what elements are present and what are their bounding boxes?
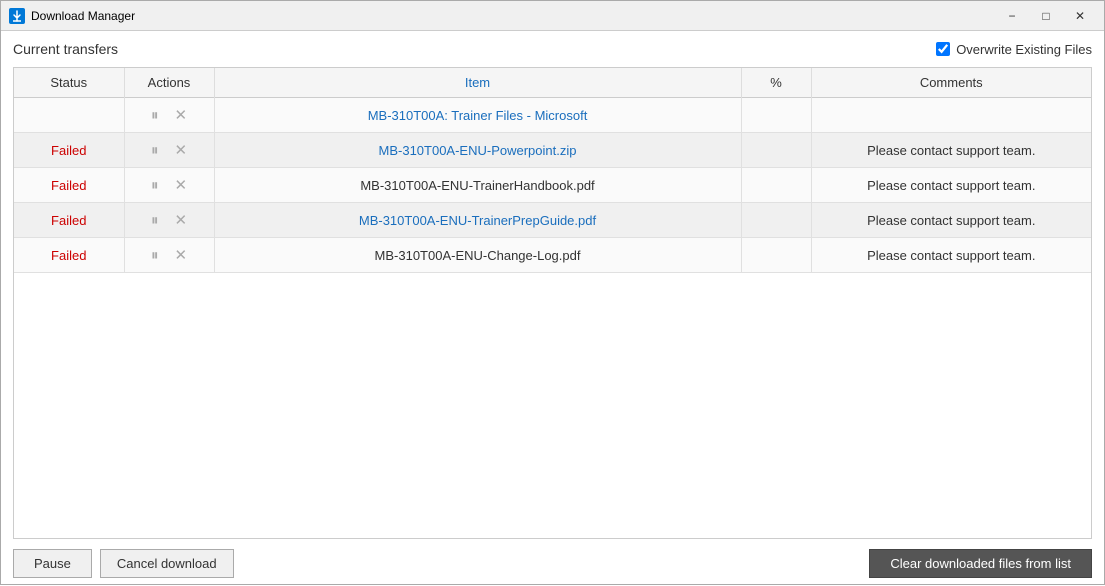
overwrite-checkbox[interactable]	[936, 42, 950, 56]
table-row: ⏸ ✕ MB-310T00A: Trainer Files - Microsof…	[14, 98, 1091, 133]
comment-text: Please contact support team.	[867, 143, 1035, 158]
row-actions: ⏸ ✕	[124, 133, 214, 168]
row-actions: ⏸ ✕	[124, 238, 214, 273]
row-status: Failed	[14, 203, 124, 238]
item-link-text[interactable]: MB-310T00A-ENU-TrainerPrepGuide.pdf	[359, 213, 596, 228]
downloads-table-container: Status Actions Item % Comments ⏸ ✕ MB-31…	[13, 67, 1092, 539]
minimize-button[interactable]: −	[996, 5, 1028, 27]
downloads-table: Status Actions Item % Comments ⏸ ✕ MB-31…	[14, 68, 1091, 273]
main-content: Current transfers Overwrite Existing Fil…	[1, 31, 1104, 586]
status-failed-text: Failed	[51, 213, 86, 228]
row-percent	[741, 238, 811, 273]
table-row: Failed ⏸ ✕ MB-310T00A-ENU-TrainerPrepGui…	[14, 203, 1091, 238]
row-status: Failed	[14, 238, 124, 273]
row-status: Failed	[14, 133, 124, 168]
pause-row-button[interactable]: ⏸	[147, 245, 163, 266]
title-bar-controls: − □ ✕	[996, 5, 1096, 27]
clear-button[interactable]: Clear downloaded files from list	[869, 549, 1092, 578]
row-percent	[741, 133, 811, 168]
bottom-bar: Pause Cancel download Clear downloaded f…	[13, 549, 1092, 578]
row-percent	[741, 168, 811, 203]
close-button[interactable]: ✕	[1064, 5, 1096, 27]
table-row: Failed ⏸ ✕ MB-310T00A-ENU-TrainerHandboo…	[14, 168, 1091, 203]
item-link-text[interactable]: MB-310T00A-ENU-Powerpoint.zip	[379, 143, 577, 158]
title-bar-text: Download Manager	[31, 9, 996, 23]
row-item: MB-310T00A: Trainer Files - Microsoft	[214, 98, 741, 133]
overwrite-text: Overwrite Existing Files	[956, 42, 1092, 57]
table-row: Failed ⏸ ✕ MB-310T00A-ENU-Change-Log.pdf…	[14, 238, 1091, 273]
status-failed-text: Failed	[51, 248, 86, 263]
current-transfers-label: Current transfers	[13, 41, 118, 57]
col-header-comments: Comments	[811, 68, 1091, 98]
cancel-row-button[interactable]: ✕	[170, 104, 191, 126]
row-actions: ⏸ ✕	[124, 203, 214, 238]
cancel-button[interactable]: Cancel download	[100, 549, 234, 578]
pause-row-button[interactable]: ⏸	[147, 175, 163, 196]
table-row: Failed ⏸ ✕ MB-310T00A-ENU-Powerpoint.zip…	[14, 133, 1091, 168]
pause-button[interactable]: Pause	[13, 549, 92, 578]
item-plain-text: MB-310T00A-ENU-Change-Log.pdf	[375, 248, 581, 263]
row-comments: Please contact support team.	[811, 168, 1091, 203]
row-comments: Please contact support team.	[811, 203, 1091, 238]
table-body: ⏸ ✕ MB-310T00A: Trainer Files - Microsof…	[14, 98, 1091, 273]
title-bar: Download Manager − □ ✕	[1, 1, 1104, 31]
item-link-text[interactable]: MB-310T00A: Trainer Files - Microsoft	[368, 108, 588, 123]
row-status: Failed	[14, 168, 124, 203]
top-bar: Current transfers Overwrite Existing Fil…	[13, 41, 1092, 57]
bottom-left-buttons: Pause Cancel download	[13, 549, 234, 578]
cancel-row-button[interactable]: ✕	[170, 174, 191, 196]
col-header-percent: %	[741, 68, 811, 98]
comment-text: Please contact support team.	[867, 213, 1035, 228]
row-percent	[741, 203, 811, 238]
cancel-row-button[interactable]: ✕	[170, 139, 191, 161]
col-header-item: Item	[214, 68, 741, 98]
row-item: MB-310T00A-ENU-Change-Log.pdf	[214, 238, 741, 273]
table-header-row: Status Actions Item % Comments	[14, 68, 1091, 98]
row-actions: ⏸ ✕	[124, 98, 214, 133]
comment-text: Please contact support team.	[867, 178, 1035, 193]
status-failed-text: Failed	[51, 143, 86, 158]
col-header-actions: Actions	[124, 68, 214, 98]
row-actions: ⏸ ✕	[124, 168, 214, 203]
row-item: MB-310T00A-ENU-TrainerHandbook.pdf	[214, 168, 741, 203]
pause-row-button[interactable]: ⏸	[147, 210, 163, 231]
row-percent	[741, 98, 811, 133]
row-comments: Please contact support team.	[811, 133, 1091, 168]
row-item: MB-310T00A-ENU-TrainerPrepGuide.pdf	[214, 203, 741, 238]
row-item: MB-310T00A-ENU-Powerpoint.zip	[214, 133, 741, 168]
row-comments: Please contact support team.	[811, 238, 1091, 273]
overwrite-checkbox-label[interactable]: Overwrite Existing Files	[936, 42, 1092, 57]
app-icon	[9, 8, 25, 24]
cancel-row-button[interactable]: ✕	[170, 209, 191, 231]
col-header-status: Status	[14, 68, 124, 98]
status-failed-text: Failed	[51, 178, 86, 193]
pause-row-button[interactable]: ⏸	[147, 105, 163, 126]
cancel-row-button[interactable]: ✕	[170, 244, 191, 266]
maximize-button[interactable]: □	[1030, 5, 1062, 27]
comment-text: Please contact support team.	[867, 248, 1035, 263]
row-comments	[811, 98, 1091, 133]
item-plain-text: MB-310T00A-ENU-TrainerHandbook.pdf	[360, 178, 594, 193]
pause-row-button[interactable]: ⏸	[147, 140, 163, 161]
row-status	[14, 98, 124, 133]
